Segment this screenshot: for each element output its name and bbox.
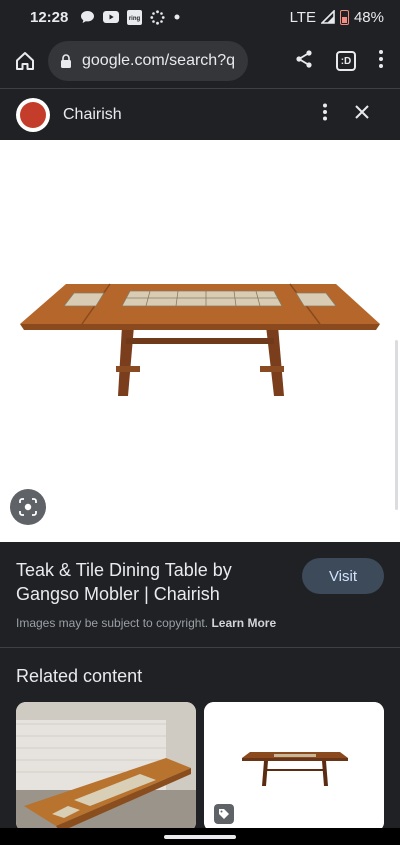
- learn-more-link[interactable]: Learn More: [211, 616, 276, 630]
- toolbar-actions: :D: [294, 49, 390, 74]
- image-scroll-indicator: [395, 340, 398, 510]
- lens-icon: [19, 498, 37, 516]
- tag-badge: [214, 804, 234, 824]
- share-button[interactable]: [294, 49, 314, 74]
- lock-icon: [61, 54, 71, 68]
- related-card[interactable]: [16, 702, 196, 832]
- chat-bubble-icon: [80, 10, 95, 24]
- lens-search-button[interactable]: [10, 489, 46, 525]
- home-button[interactable]: [10, 46, 40, 76]
- result-title[interactable]: Teak & Tile Dining Table by Gangso Moble…: [16, 558, 286, 606]
- battery-percent: 48%: [353, 8, 384, 26]
- status-time: 12:28: [30, 8, 69, 26]
- result-info: Teak & Tile Dining Table by Gangso Moble…: [0, 542, 400, 647]
- panel-more-button[interactable]: [322, 103, 328, 126]
- url-text: google.com/search?q: [82, 52, 235, 69]
- dot-icon: [173, 13, 181, 21]
- header-actions: [322, 103, 400, 126]
- chairish-logo-icon: [20, 101, 46, 128]
- status-right: LTE 48%: [290, 9, 384, 26]
- main-image[interactable]: [0, 140, 400, 542]
- ring-icon-label: ring: [129, 16, 141, 22]
- network-label: LTE: [289, 8, 316, 26]
- related-content-section: Related content: [0, 647, 400, 845]
- battery-icon: [339, 9, 349, 25]
- share-icon: [296, 49, 312, 68]
- browser-toolbar: google.com/search?q :D: [0, 34, 400, 88]
- related-content-title: Related content: [16, 666, 143, 686]
- close-icon: [355, 105, 369, 119]
- status-bar: 12:28 ring LTE 48%: [0, 0, 400, 34]
- copyright-text: Images may be subject to copyright.: [16, 616, 209, 630]
- tab-switcher-button[interactable]: :D: [336, 51, 356, 71]
- more-menu-button[interactable]: [378, 49, 384, 74]
- more-vert-icon: [379, 49, 383, 68]
- address-bar[interactable]: google.com/search?q: [48, 41, 248, 81]
- visit-button[interactable]: Visit: [302, 558, 384, 594]
- site-logo: [16, 97, 50, 132]
- signal-icon: [320, 10, 335, 24]
- gesture-navigation-bar[interactable]: [0, 828, 400, 845]
- more-vert-icon: [323, 103, 327, 121]
- notification-icons: ring: [80, 9, 181, 25]
- site-name: Chairish: [63, 105, 122, 123]
- related-card[interactable]: [204, 702, 384, 832]
- image-panel-header: Chairish: [0, 88, 400, 140]
- dining-table-image: [20, 283, 380, 396]
- ring-icon: ring: [127, 9, 143, 25]
- home-handle[interactable]: [164, 834, 236, 839]
- sync-icon: [150, 9, 165, 25]
- related-cards: [16, 702, 384, 832]
- home-icon: [16, 52, 34, 70]
- tag-icon: [219, 809, 229, 819]
- youtube-icon: [103, 11, 120, 23]
- close-button[interactable]: [354, 104, 370, 125]
- related-table-photo-1: [16, 702, 196, 832]
- copyright-notice: Images may be subject to copyright. Lear…: [16, 616, 384, 630]
